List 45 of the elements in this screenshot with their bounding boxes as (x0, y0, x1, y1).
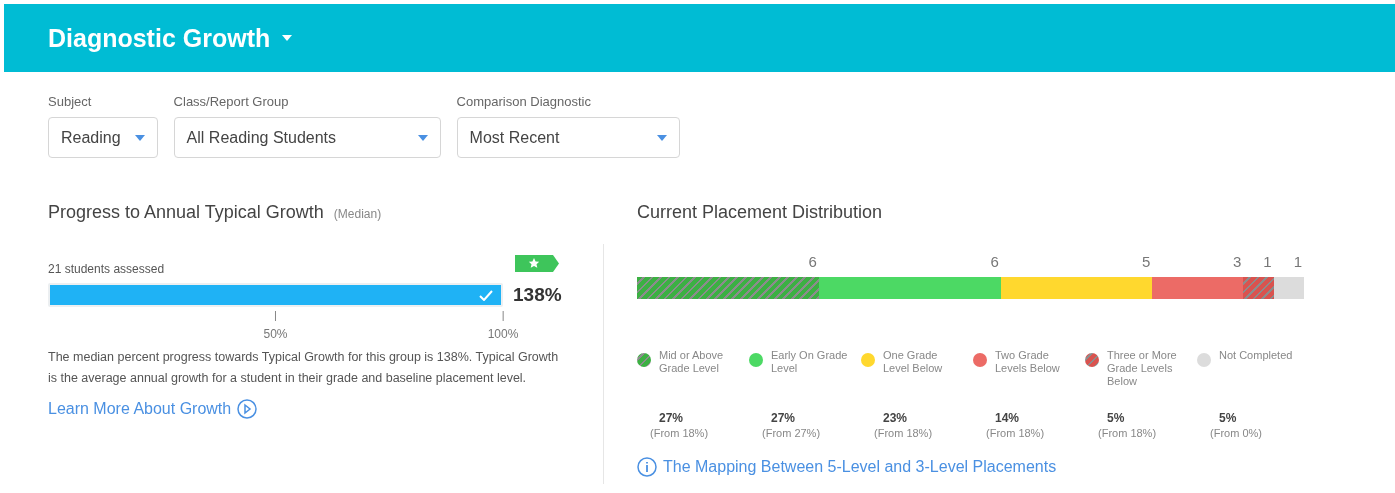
previous-percent: (From 27%) (761, 427, 822, 439)
previous-percent: (From 18%) (1097, 427, 1158, 439)
legend-label: Not Completed (1219, 349, 1294, 363)
students-assessed: 21 students assessed (48, 262, 165, 276)
legend-label: One Grade Level Below (883, 349, 944, 376)
growth-description: The median percent progress towards Typical Growth for this group is 138%. Typical Growth is the average annual growth for a student in their grade and baseline placement level. (48, 349, 560, 387)
caret-icon (417, 134, 428, 141)
segment-count: 3 (1233, 253, 1243, 270)
segment-count: 1 (1263, 253, 1273, 270)
progress-value: 138% (513, 284, 562, 306)
info-icon (637, 457, 657, 477)
filter-label: Class/Report Group (173, 94, 290, 109)
segment-count: 6 (808, 253, 818, 270)
placement-percent: 23% (882, 411, 909, 425)
previous-percent: (From 18%) (873, 427, 934, 439)
legend-label: Two Grade Levels Below (995, 349, 1061, 376)
caret-icon (282, 35, 293, 41)
filter-dropdown[interactable]: All Reading Students (173, 117, 441, 158)
tick-label: 50% (263, 327, 288, 341)
caret-icon (134, 134, 145, 141)
caret-icon (656, 134, 667, 141)
previous-percent: (From 18%) (649, 427, 710, 439)
placement-percent: 5% (1218, 411, 1238, 425)
check-icon (479, 289, 493, 301)
section-subtitle: (Median) (333, 207, 382, 221)
filter-label: Subject (48, 94, 93, 109)
tick-label: 100% (487, 327, 519, 341)
filter-dropdown[interactable]: Most Recent (456, 117, 680, 158)
segment-count: 5 (1142, 253, 1152, 270)
filter-dropdown[interactable]: Reading (48, 117, 158, 158)
legend-label: Three or More Grade Levels Below (1107, 349, 1178, 389)
legend-label: Early On Grade Level (771, 349, 849, 376)
placement-percent: 27% (770, 411, 797, 425)
placement-percent: 27% (658, 411, 685, 425)
previous-percent: (From 0%) (1209, 427, 1263, 439)
placement-percent: 14% (994, 411, 1021, 425)
legend-label: Mid or Above Grade Level (659, 349, 725, 376)
play-circle-icon (237, 399, 258, 419)
segment-count: 6 (990, 253, 1000, 270)
previous-percent: (From 18%) (985, 427, 1046, 439)
placement-percent: 5% (1106, 411, 1126, 425)
filter-label: Comparison Diagnostic (456, 94, 592, 109)
section-title: Current Placement Distribution (637, 202, 883, 223)
segment-count: 1 (1293, 253, 1303, 270)
section-title: Progress to Annual Typical Growth (48, 202, 324, 223)
